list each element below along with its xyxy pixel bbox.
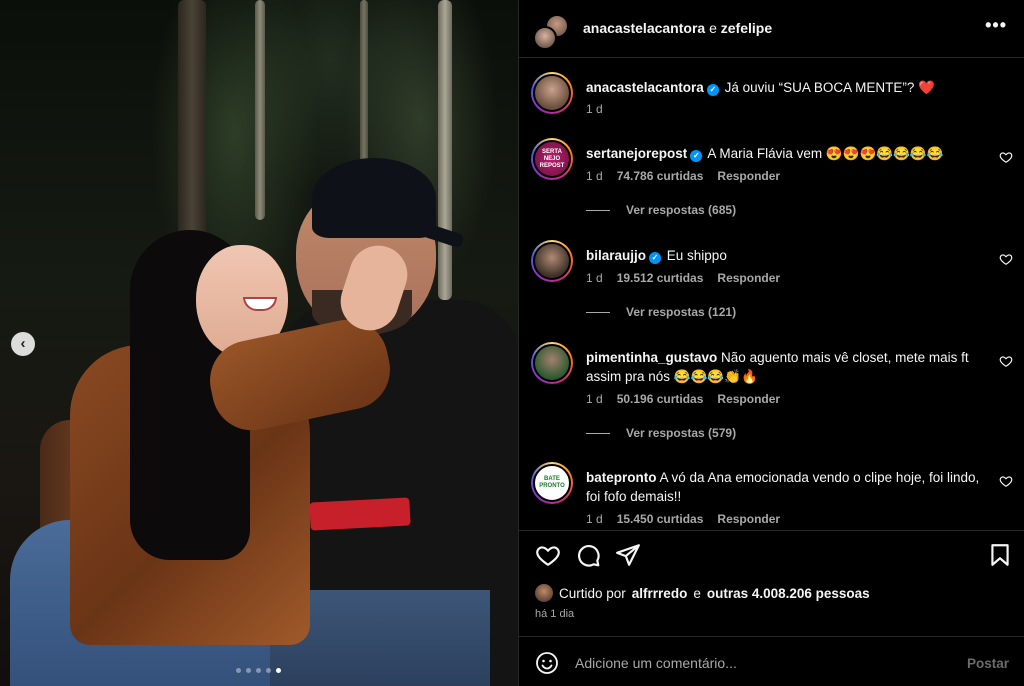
hoodie-print — [309, 497, 411, 531]
view-replies-button[interactable]: Ver respostas (579) — [586, 426, 981, 440]
comment-username[interactable]: bilaraujjo — [586, 248, 646, 263]
divider — [586, 209, 610, 211]
header-username[interactable]: anacastelacantora — [583, 20, 705, 36]
carousel-dot — [256, 668, 261, 673]
carousel-dots — [236, 668, 281, 673]
comment-meta: 1 d 19.512 curtidas Responder — [586, 271, 981, 285]
comment-time: 1 d — [586, 102, 603, 116]
avatar-logo: SERTA NEJO REPOST — [533, 140, 571, 178]
comment-username[interactable]: sertanejorepost — [586, 146, 687, 161]
divider — [519, 530, 1024, 531]
comment-time: 1 d — [586, 512, 603, 526]
collab-title: anacastelacantora e zefelipe — [583, 20, 772, 36]
comment-meta: 1 d 50.196 curtidas Responder — [586, 392, 981, 406]
caption-text: anacastelacantora ✓ Já ouviu “SUA BOCA ME… — [586, 78, 981, 97]
carousel-dot — [246, 668, 251, 673]
likes-user[interactable]: alfrrredo — [632, 586, 688, 601]
avatar[interactable] — [531, 240, 573, 282]
comment-likes[interactable]: 74.786 curtidas — [617, 169, 704, 183]
avatar[interactable] — [531, 342, 573, 384]
comment-text: bilaraujjo ✓ Eu shippo — [586, 246, 981, 265]
post-sidebar: anacastelacantora e zefelipe ••• anacast… — [518, 0, 1024, 686]
comment-body: Eu shippo — [666, 248, 727, 263]
bookmark-icon[interactable] — [987, 542, 1013, 568]
reply-button[interactable]: Responder — [717, 392, 780, 406]
comment-time: 1 d — [586, 392, 603, 406]
tree-trunk — [360, 0, 368, 180]
avatar[interactable] — [535, 584, 553, 602]
view-replies-label: Ver respostas (121) — [626, 305, 737, 319]
heart-icon[interactable] — [535, 542, 561, 568]
comment-body: A Maria Flávia vem 😍😍😍😂😂😂😂 — [707, 146, 944, 161]
comment-username[interactable]: pimentinha_gustavo — [586, 350, 717, 365]
avatar — [533, 26, 557, 50]
header-username[interactable]: zefelipe — [721, 20, 772, 36]
comment-meta: 1 d 74.786 curtidas Responder — [586, 169, 981, 183]
likes-summary: Curtido por alfrrredo e outras 4.008.206… — [535, 584, 870, 602]
send-icon[interactable] — [615, 542, 641, 568]
post-header: anacastelacantora e zefelipe ••• — [519, 0, 1024, 58]
comment-text: batepronto A vó da Ana emocionada vendo … — [586, 468, 981, 506]
comment-text: sertanejorepost ✓ A Maria Flávia vem 😍😍😍😂… — [586, 144, 981, 163]
verified-icon: ✓ — [690, 150, 703, 162]
reply-button[interactable]: Responder — [717, 271, 780, 285]
view-replies-label: Ver respostas (685) — [626, 203, 737, 217]
heart-icon[interactable] — [999, 474, 1013, 488]
verified-icon: ✓ — [649, 252, 662, 264]
collab-avatar[interactable] — [533, 14, 569, 50]
header-conjunction: e — [709, 20, 717, 36]
reply-button[interactable]: Responder — [717, 512, 780, 526]
view-replies-label: Ver respostas (579) — [626, 426, 737, 440]
heart-icon[interactable] — [999, 252, 1013, 266]
avatar-logo: BATE PRONTO — [533, 464, 571, 502]
comment-username[interactable]: anacastelacantora — [586, 80, 704, 95]
comment-likes[interactable]: 19.512 curtidas — [617, 271, 704, 285]
carousel-dot — [236, 668, 241, 673]
avatar[interactable] — [531, 72, 573, 114]
post-photo[interactable]: ‹ — [0, 0, 518, 686]
tree-trunk — [178, 0, 206, 260]
divider — [586, 311, 610, 313]
emoji-icon[interactable] — [535, 651, 559, 675]
likes-prefix: Curtido por — [559, 585, 626, 601]
chevron-left-icon[interactable]: ‹ — [11, 332, 35, 356]
comment-username[interactable]: batepronto — [586, 470, 657, 485]
add-comment-bar: Postar — [519, 636, 1024, 686]
reply-button[interactable]: Responder — [717, 169, 780, 183]
caption-meta: 1 d — [586, 102, 981, 116]
comment-meta: 1 d 15.450 curtidas Responder — [586, 512, 981, 526]
verified-icon: ✓ — [706, 84, 719, 96]
heart-icon[interactable] — [999, 354, 1013, 368]
avatar[interactable]: SERTA NEJO REPOST — [531, 138, 573, 180]
post-button[interactable]: Postar — [967, 656, 1009, 671]
carousel-dot — [266, 668, 271, 673]
likes-conjunction: e — [693, 585, 701, 601]
tree-trunk — [255, 0, 265, 220]
comment-icon[interactable] — [575, 542, 601, 568]
carousel-dot-active — [276, 668, 281, 673]
comment-time: 1 d — [586, 169, 603, 183]
view-replies-button[interactable]: Ver respostas (121) — [586, 305, 981, 319]
view-replies-button[interactable]: Ver respostas (685) — [586, 203, 981, 217]
comment-likes[interactable]: 15.450 curtidas — [617, 512, 704, 526]
divider — [586, 432, 610, 434]
comment-likes[interactable]: 50.196 curtidas — [617, 392, 704, 406]
avatar[interactable]: BATE PRONTO — [531, 462, 573, 504]
comment-time: 1 d — [586, 271, 603, 285]
more-horizontal-icon[interactable]: ••• — [985, 15, 1007, 36]
post-time: há 1 dia — [535, 608, 575, 620]
tree-trunk — [438, 0, 452, 300]
heart-icon[interactable] — [999, 150, 1013, 164]
comment-input[interactable] — [575, 651, 945, 675]
likes-others[interactable]: outras 4.008.206 pessoas — [707, 586, 870, 601]
comment-text: pimentinha_gustavo Não aguento mais vê c… — [586, 348, 981, 386]
caption-body: Já ouviu “SUA BOCA MENTE”? ❤️ — [724, 80, 935, 95]
